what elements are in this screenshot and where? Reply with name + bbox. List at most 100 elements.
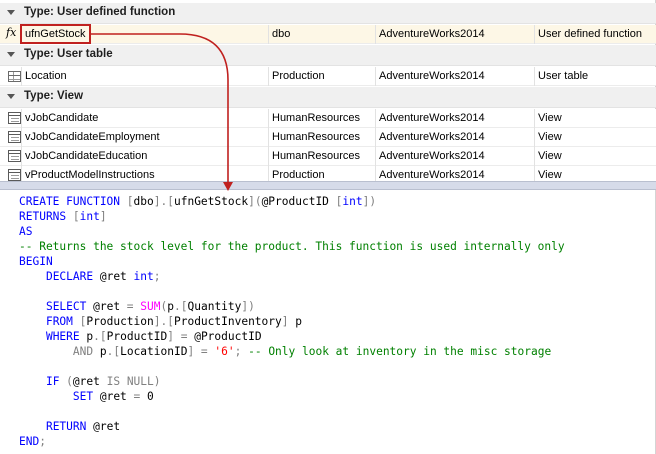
result-row[interactable]: fx ufnGetStock dbo AdventureWorks2014 User d… [0, 25, 656, 44]
code-token: @ProductID [194, 330, 262, 343]
schema-name: HumanResources [272, 131, 361, 143]
object-name: vJobCandidate [25, 112, 99, 124]
collapse-chevron-icon[interactable] [6, 10, 15, 18]
object-type: User table [538, 70, 589, 82]
code-token: [ [180, 300, 188, 313]
code-token: . [93, 330, 100, 343]
result-row[interactable]: vJobCandidateEmployment HumanResources Adv… [0, 128, 656, 147]
code-line: FROM [Production].[ProductInventory] p [19, 314, 302, 329]
code-token: [ [167, 195, 174, 208]
script-preview-pane[interactable]: CREATE FUNCTION [dbo].[ufnGetStock](@Pro… [0, 190, 656, 454]
code-line: IF (@ret IS NULL) [19, 374, 161, 389]
column-separator [534, 25, 535, 44]
object-name: vProductModelInstructions [25, 169, 155, 181]
view-icon [8, 169, 21, 181]
code-token: ; [39, 435, 46, 448]
group-title: Type: View [24, 90, 84, 102]
code-token: ]) [362, 195, 377, 208]
column-separator [534, 128, 535, 147]
code-token: 0 [147, 390, 154, 403]
view-icon [8, 150, 21, 162]
group-header[interactable]: Type: View [0, 87, 656, 108]
code-token: @ret [93, 420, 121, 433]
column-separator [375, 67, 376, 86]
code-token: RETURNS [19, 210, 73, 223]
code-token: ]. [153, 315, 168, 328]
column-separator [268, 109, 269, 128]
code-line: CREATE FUNCTION [dbo].[ufnGetStock](@Pro… [19, 194, 376, 209]
column-separator [21, 128, 22, 147]
code-line: SET @ret = 0 [19, 389, 154, 404]
function-icon: fx [6, 26, 17, 39]
search-results-grid: Type: User defined function fx ufnGetStock… [0, 0, 656, 185]
code-token: LocationID [120, 345, 188, 358]
code-token: RETURN [45, 420, 94, 433]
code-token: -- Returns the stock level for the produ… [19, 240, 565, 253]
code-line: AS [19, 224, 32, 239]
column-separator [375, 128, 376, 147]
column-separator [21, 67, 22, 86]
code-token: [ [167, 315, 174, 328]
code-token: [ [99, 330, 107, 343]
database-name: AdventureWorks2014 [379, 28, 485, 40]
code-token: ] = [187, 345, 215, 358]
code-token: CREATE FUNCTION [19, 195, 127, 208]
group-title: Type: User defined function [24, 6, 176, 18]
group-title: Type: User table [24, 48, 113, 60]
result-row[interactable]: Location Production AdventureWorks2014 User… [0, 67, 656, 86]
database-name: AdventureWorks2014 [379, 70, 485, 82]
column-separator [375, 109, 376, 128]
group-header[interactable]: Type: User table [0, 45, 656, 66]
result-row[interactable]: vJobCandidateEducation HumanResources Adve… [0, 147, 656, 166]
object-type: View [538, 131, 562, 143]
code-token: . [174, 300, 181, 313]
collapse-chevron-icon[interactable] [6, 94, 15, 102]
schema-name: HumanResources [272, 112, 361, 124]
collapse-chevron-icon[interactable] [6, 52, 15, 60]
group-header[interactable]: Type: User defined function [0, 3, 656, 24]
code-token: = [126, 300, 141, 313]
code-token: SET [72, 390, 100, 403]
code-line: AND p.[LocationID] = '6'; -- Only look a… [19, 344, 551, 359]
column-separator [268, 67, 269, 86]
code-token: p [99, 345, 107, 358]
table-icon [8, 71, 21, 82]
column-separator [268, 128, 269, 147]
column-separator [534, 109, 535, 128]
code-token: ( [66, 375, 73, 388]
code-token: -- Only look at inventory in the misc st… [248, 345, 552, 358]
code-token: WHERE [45, 330, 87, 343]
object-name: Location [25, 70, 67, 82]
database-name: AdventureWorks2014 [379, 131, 485, 143]
code-line: RETURNS [int] [19, 209, 107, 224]
code-token: ]( [248, 195, 262, 208]
object-type: View [538, 112, 562, 124]
column-separator [375, 147, 376, 166]
column-separator [21, 109, 22, 128]
code-line: END; [19, 434, 46, 449]
code-token: @ret [99, 390, 134, 403]
code-token: ] [99, 210, 107, 223]
schema-name: dbo [272, 28, 291, 40]
code-token: ; [153, 270, 161, 283]
result-row[interactable]: vJobCandidate HumanResources AdventureWork… [0, 109, 656, 128]
code-line: BEGIN [19, 254, 53, 269]
view-icon [8, 112, 21, 124]
database-name: AdventureWorks2014 [379, 169, 485, 181]
object-type: View [538, 169, 562, 181]
code-token: @ret [93, 300, 127, 313]
object-name: vJobCandidateEmployment [25, 131, 160, 143]
code-line: DECLARE @ret int; [19, 269, 161, 284]
code-token: SUM [140, 300, 161, 313]
code-token: [ [126, 195, 134, 208]
code-token: ]. [153, 195, 168, 208]
pane-splitter[interactable] [0, 181, 656, 190]
code-token: int [133, 270, 154, 283]
